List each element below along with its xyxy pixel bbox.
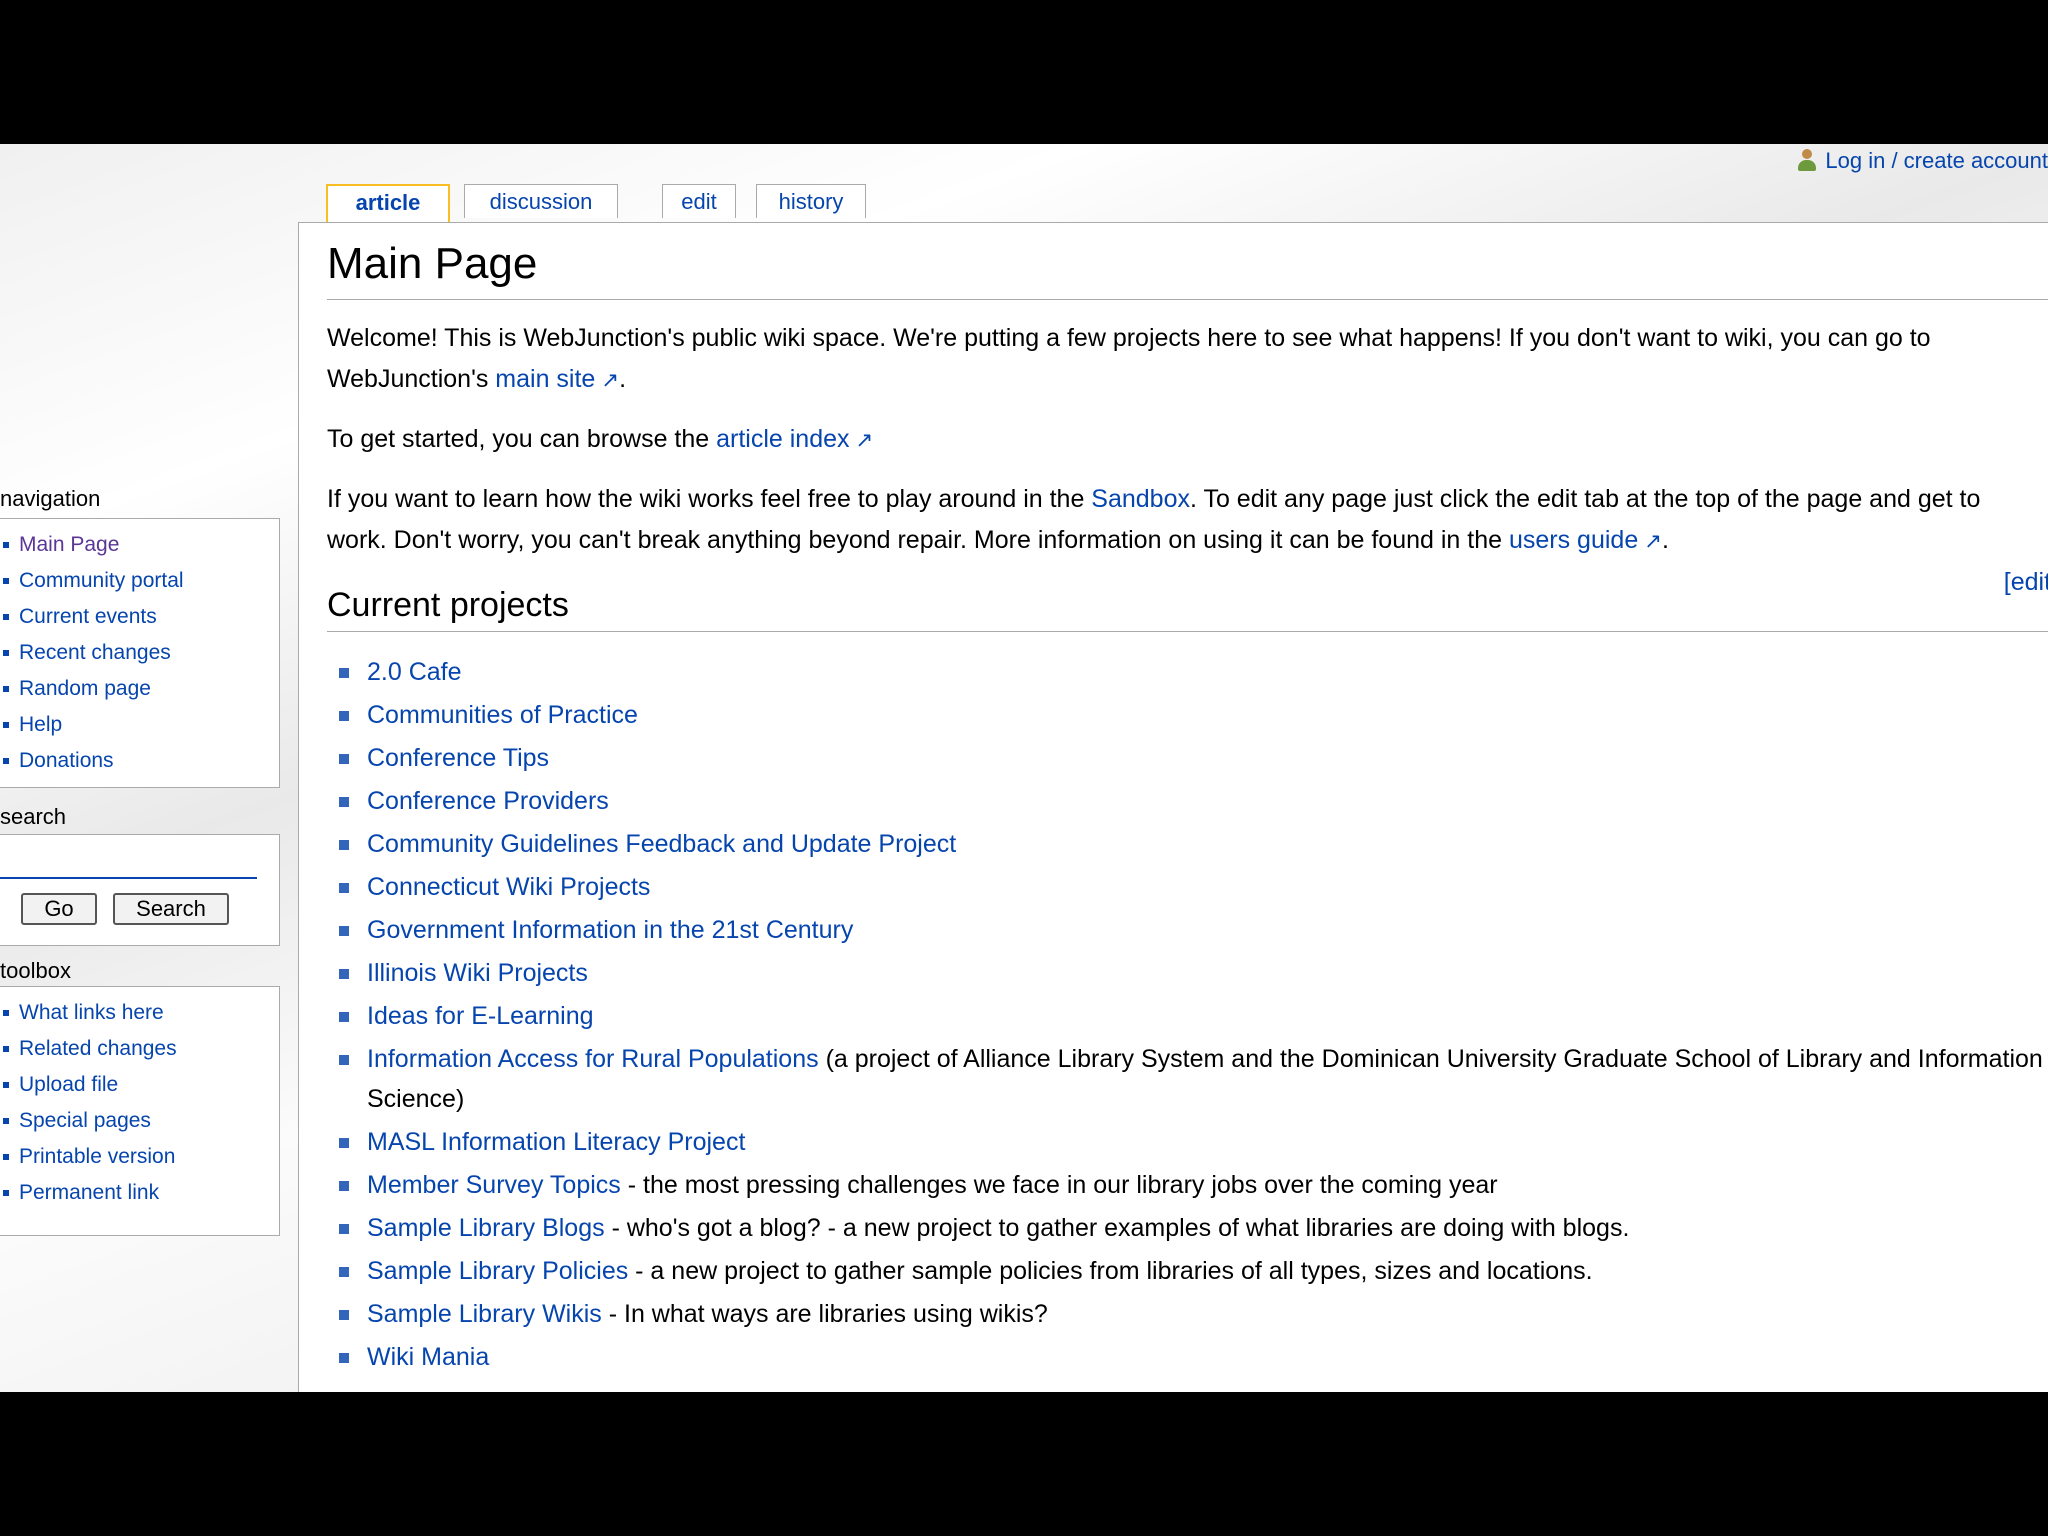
bullet-icon	[339, 1310, 349, 1320]
bullet-icon	[339, 883, 349, 893]
sidebar-item-what-links-here[interactable]: What links here	[0, 995, 279, 1031]
list-item: Ideas for E-Learning	[339, 996, 2048, 1036]
intro-paragraph-2: To get started, you can browse the artic…	[327, 419, 2047, 461]
list-item: Community Guidelines Feedback and Update…	[339, 824, 2048, 864]
toolbox-title: toolbox	[0, 958, 71, 983]
intro-paragraph-3: If you want to learn how the wiki works …	[327, 479, 2047, 562]
search-portlet: Go Search	[0, 834, 280, 946]
sidebar-item-random-page[interactable]: Random page	[0, 671, 279, 707]
section-heading: Current projects [edit]	[327, 568, 2048, 632]
sidebar-item-permanent-link[interactable]: Permanent link	[0, 1175, 279, 1211]
tab-article[interactable]: article	[326, 184, 450, 224]
login-link[interactable]: Log in / create account	[1825, 148, 2048, 173]
sidebar-item-main-page[interactable]: Main Page	[0, 527, 279, 563]
personal-tools: Log in / create account	[1797, 148, 2048, 174]
tab-history[interactable]: history	[756, 184, 866, 218]
tab-discussion[interactable]: discussion	[464, 184, 618, 218]
navigation-title: navigation	[0, 486, 101, 511]
list-item: Communities of Practice	[339, 695, 2048, 735]
content-area: Main Page Welcome! This is WebJunction's…	[298, 222, 2048, 1392]
bullet-icon	[339, 797, 349, 807]
bullet-icon	[339, 1055, 349, 1065]
sidebar-item-community-portal[interactable]: Community portal	[0, 563, 279, 599]
bullet-icon	[339, 754, 349, 764]
bullet-icon	[339, 926, 349, 936]
bullet-icon	[339, 711, 349, 721]
sidebar-item-help[interactable]: Help	[0, 707, 279, 743]
project-list: 2.0 Cafe Communities of Practice Confere…	[327, 652, 2048, 1377]
list-item: Sample Library Blogs - who's got a blog?…	[339, 1208, 2048, 1248]
intro-paragraph-1: Welcome! This is WebJunction's public wi…	[327, 318, 2047, 401]
users-guide-link[interactable]: users guide	[1509, 526, 1662, 554]
list-item: Connecticut Wiki Projects	[339, 867, 2048, 907]
toolbox-portlet: What links here Related changes Upload f…	[0, 986, 280, 1236]
sidebar-item-special-pages[interactable]: Special pages	[0, 1103, 279, 1139]
sidebar-item-donations[interactable]: Donations	[0, 743, 279, 779]
list-item: Conference Providers	[339, 781, 2048, 821]
sidebar-item-printable-version[interactable]: Printable version	[0, 1139, 279, 1175]
list-item: Member Survey Topics - the most pressing…	[339, 1165, 2048, 1205]
navigation-portlet: Main Page Community portal Current event…	[0, 518, 280, 788]
edit-section-link[interactable]: [edit]	[2004, 568, 2048, 597]
user-icon	[1797, 149, 1817, 171]
tab-edit[interactable]: edit	[662, 184, 736, 218]
bullet-icon	[339, 1012, 349, 1022]
list-item: Illinois Wiki Projects	[339, 953, 2048, 993]
list-item: Government Information in the 21st Centu…	[339, 910, 2048, 950]
browser-viewport: Log in / create account article discussi…	[0, 144, 2048, 1392]
bullet-icon	[339, 1224, 349, 1234]
list-item: Conference Tips	[339, 738, 2048, 778]
list-item: Sample Library Policies - a new project …	[339, 1251, 2048, 1291]
search-title: search	[0, 804, 67, 829]
sidebar-item-recent-changes[interactable]: Recent changes	[0, 635, 279, 671]
sidebar-item-upload-file[interactable]: Upload file	[0, 1067, 279, 1103]
search-input[interactable]	[0, 845, 257, 879]
bullet-icon	[339, 1138, 349, 1148]
sidebar-item-current-events[interactable]: Current events	[0, 599, 279, 635]
article-index-link[interactable]: article index	[716, 425, 873, 453]
bullet-icon	[339, 668, 349, 678]
list-item: Information Access for Rural Populations…	[339, 1039, 2048, 1119]
go-button[interactable]: Go	[21, 893, 97, 925]
list-item: Sample Library Wikis - In what ways are …	[339, 1294, 2048, 1334]
bullet-icon	[339, 840, 349, 850]
bullet-icon	[339, 1267, 349, 1277]
list-item: 2.0 Cafe	[339, 652, 2048, 692]
bullet-icon	[339, 1353, 349, 1363]
bullet-icon	[339, 1181, 349, 1191]
sidebar-item-related-changes[interactable]: Related changes	[0, 1031, 279, 1067]
list-item: MASL Information Literacy Project	[339, 1122, 2048, 1162]
search-button[interactable]: Search	[113, 893, 229, 925]
bullet-icon	[339, 969, 349, 979]
page-title: Main Page	[327, 237, 2048, 300]
sandbox-link[interactable]: Sandbox	[1091, 485, 1190, 513]
list-item: Wiki Mania	[339, 1337, 2048, 1377]
main-site-link[interactable]: main site	[495, 365, 619, 393]
